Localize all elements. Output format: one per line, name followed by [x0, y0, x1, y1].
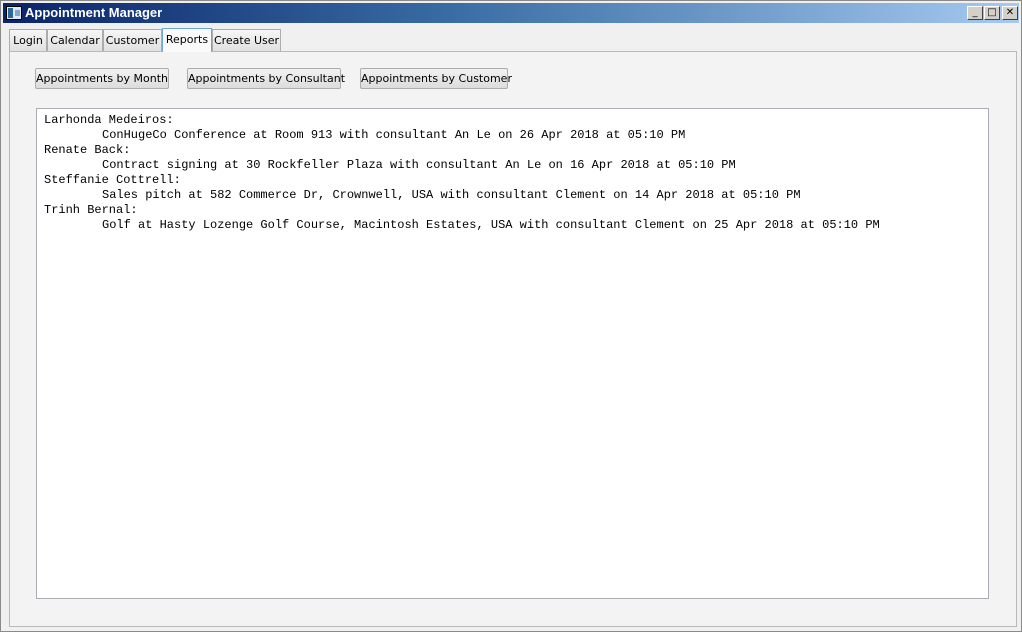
title-bar[interactable]: Appointment Manager _ □ ✕: [3, 3, 1019, 23]
appointments-by-consultant-button[interactable]: Appointments by Consultant: [187, 68, 345, 89]
maximize-button[interactable]: □: [984, 6, 1000, 20]
close-button[interactable]: ✕: [1002, 6, 1018, 20]
tab-calendar[interactable]: Calendar: [47, 29, 103, 52]
reports-tab-pane: Appointments by Month Appointments by Co…: [9, 51, 1017, 627]
app-window: Appointment Manager _ □ ✕ Login Calendar…: [0, 0, 1022, 632]
report-customer-line: Renate Back:: [44, 143, 131, 157]
report-customer-line: Larhonda Medeiros:: [44, 113, 174, 127]
report-appointment-line: Sales pitch at 582 Commerce Dr, Crownwel…: [102, 188, 801, 202]
tab-customer[interactable]: Customer: [103, 29, 162, 52]
tab-login[interactable]: Login: [9, 29, 47, 52]
app-icon: [6, 6, 22, 20]
report-output-textarea[interactable]: Larhonda Medeiros: ConHugeCo Conference …: [36, 108, 989, 599]
report-appointment-line: ConHugeCo Conference at Room 913 with co…: [102, 128, 686, 142]
tab-reports[interactable]: Reports: [162, 28, 212, 52]
report-customer-line: Steffanie Cottrell:: [44, 173, 181, 187]
report-customer-line: Trinh Bernal:: [44, 203, 138, 217]
appointments-by-month-button[interactable]: Appointments by Month: [35, 68, 169, 89]
report-appointment-line: Golf at Hasty Lozenge Golf Course, Macin…: [102, 218, 880, 232]
appointments-by-customer-button[interactable]: Appointments by Customer: [360, 68, 512, 89]
report-appointment-line: Contract signing at 30 Rockfeller Plaza …: [102, 158, 736, 172]
tab-create-user[interactable]: Create User: [212, 29, 281, 52]
minimize-button[interactable]: _: [967, 6, 983, 20]
window-title: Appointment Manager: [25, 5, 163, 20]
